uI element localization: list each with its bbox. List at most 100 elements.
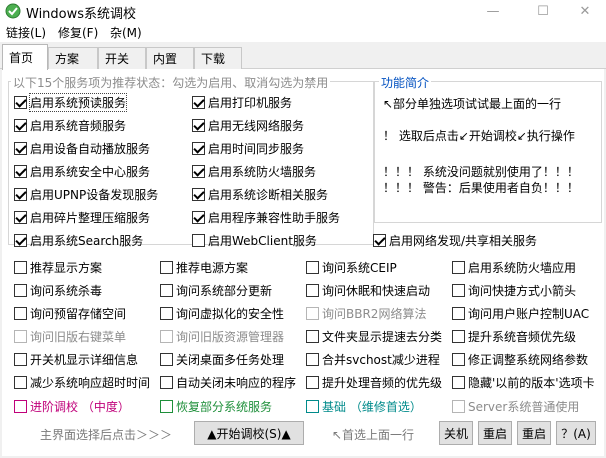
service-checkbox[interactable]: 启用系统安全中心服务 bbox=[14, 162, 150, 180]
checkbox-box[interactable] bbox=[14, 283, 27, 297]
advanced-tune-checkbox[interactable]: 进阶调校 （中度） bbox=[14, 397, 130, 415]
checkbox-box[interactable] bbox=[14, 187, 27, 201]
option-checkbox[interactable]: 合并svchost减少进程 bbox=[306, 350, 440, 368]
option-checkbox[interactable]: 询问快捷方式小箭头 bbox=[452, 281, 576, 299]
tab-plans[interactable]: 方案 bbox=[48, 47, 98, 69]
maximize-button[interactable]: ☐ bbox=[520, 0, 566, 22]
option-checkbox[interactable]: 询问预留存储空间 bbox=[14, 304, 126, 322]
checkbox-box[interactable] bbox=[192, 187, 205, 201]
info-title: 功能简介 bbox=[379, 74, 432, 91]
checkbox-box[interactable] bbox=[192, 95, 205, 109]
option-checkbox[interactable]: 减少系统响应超时时间 bbox=[14, 373, 150, 391]
checkbox-box[interactable] bbox=[14, 118, 27, 132]
checkbox-box[interactable] bbox=[160, 306, 173, 320]
service-checkbox[interactable]: 启用打印机服务 bbox=[192, 93, 292, 111]
menu-bar: 链接(L) 修复(F) 杂(M) bbox=[0, 22, 606, 42]
checkbox-box[interactable] bbox=[373, 233, 386, 247]
checkbox-box[interactable] bbox=[160, 283, 173, 297]
service-checkbox[interactable]: 启用系统Search服务 bbox=[14, 231, 143, 249]
reboot-button[interactable]: 重启 bbox=[517, 421, 551, 445]
service-checkbox[interactable]: 启用无线网络服务 bbox=[192, 116, 304, 134]
restart-button[interactable]: 重启 bbox=[478, 421, 512, 445]
option-checkbox[interactable]: 自动关闭未响应的程序 bbox=[160, 373, 296, 391]
menu-misc[interactable]: 杂(M) bbox=[110, 24, 142, 41]
service-checkbox[interactable]: 启用程序兼容性助手服务 bbox=[192, 208, 340, 226]
checkbox-box[interactable] bbox=[14, 260, 27, 274]
option-checkbox[interactable]: 文件夹显示提速去分类 bbox=[306, 327, 442, 345]
option-checkbox[interactable]: 询问系统杀毒 bbox=[14, 281, 102, 299]
close-button[interactable]: ✕ bbox=[562, 0, 606, 22]
shutdown-button[interactable]: 关机 bbox=[439, 421, 473, 445]
checkbox-box[interactable] bbox=[14, 210, 27, 224]
service-checkbox[interactable]: 启用系统诊断相关服务 bbox=[192, 185, 328, 203]
menu-links[interactable]: 链接(L) bbox=[6, 24, 46, 41]
service-checkbox[interactable]: 启用WebClient服务 bbox=[192, 231, 317, 249]
server-mode-checkbox: Server系统普通使用 bbox=[452, 397, 579, 415]
service-checkbox[interactable]: 启用网络发现/共享相关服务 bbox=[373, 231, 537, 249]
option-checkbox[interactable]: 提升系统音频优先级 bbox=[452, 327, 576, 345]
option-checkbox[interactable]: 询问系统CEIP bbox=[306, 258, 397, 276]
app-icon bbox=[5, 3, 21, 19]
checkbox-box[interactable] bbox=[14, 164, 27, 178]
checkbox-box[interactable] bbox=[452, 352, 465, 366]
tab-download[interactable]: 下载 bbox=[194, 47, 242, 69]
checkbox-box[interactable] bbox=[452, 375, 465, 389]
checkbox-box[interactable] bbox=[160, 399, 173, 413]
checkbox-box[interactable] bbox=[452, 260, 465, 274]
tab-switches[interactable]: 开关 bbox=[98, 47, 146, 69]
checkbox-box[interactable] bbox=[14, 306, 27, 320]
basic-repair-checkbox[interactable]: 基础 （维修首选） bbox=[306, 397, 422, 415]
checkbox-box[interactable] bbox=[14, 141, 27, 155]
checkbox-box[interactable] bbox=[192, 118, 205, 132]
option-checkbox[interactable]: 询问用户账户控制UAC bbox=[452, 304, 589, 322]
checkbox-box[interactable] bbox=[192, 233, 205, 247]
option-checkbox[interactable]: 推荐电源方案 bbox=[160, 258, 248, 276]
checkbox-box[interactable] bbox=[14, 352, 27, 366]
tab-builtin[interactable]: 内置 bbox=[146, 47, 194, 69]
service-checkbox[interactable]: 启用系统防火墙服务 bbox=[192, 162, 316, 180]
checkbox-box[interactable] bbox=[452, 283, 465, 297]
checkbox-box[interactable] bbox=[306, 399, 319, 413]
service-checkbox[interactable]: 启用UPNP设备发现服务 bbox=[14, 185, 158, 203]
info-line: ！ 选取后点击↙开始调校↙执行操作 bbox=[383, 129, 575, 143]
checkbox-box[interactable] bbox=[160, 375, 173, 389]
checkbox-box[interactable] bbox=[306, 375, 319, 389]
checkbox-box[interactable] bbox=[192, 141, 205, 155]
checkbox-box[interactable] bbox=[14, 399, 27, 413]
checkbox-box[interactable] bbox=[160, 260, 173, 274]
service-checkbox[interactable]: 启用设备自动播放服务 bbox=[14, 139, 150, 157]
option-checkbox[interactable]: 隐藏'以前的版本'选项卡 bbox=[452, 373, 595, 391]
checkbox-box[interactable] bbox=[14, 95, 27, 109]
option-checkbox[interactable]: 推荐显示方案 bbox=[14, 258, 102, 276]
checkbox-box[interactable] bbox=[452, 329, 465, 343]
service-checkbox[interactable]: 启用系统音频服务 bbox=[14, 116, 126, 134]
option-checkbox[interactable]: 提升处理音频的优先级 bbox=[306, 373, 442, 391]
checkbox-box[interactable] bbox=[306, 329, 319, 343]
checkbox-box[interactable] bbox=[452, 306, 465, 320]
option-checkbox[interactable]: 修正调整系统网络参数 bbox=[452, 350, 588, 368]
restore-services-checkbox[interactable]: 恢复部分系统服务 bbox=[160, 397, 272, 415]
option-checkbox[interactable]: 询问系统部分更新 bbox=[160, 281, 272, 299]
option-checkbox: 询问旧版右键菜单 bbox=[14, 327, 126, 345]
service-checkbox[interactable]: 启用系统预读服务 bbox=[14, 92, 128, 112]
checkbox-box[interactable] bbox=[160, 352, 173, 366]
checkbox-box[interactable] bbox=[192, 210, 205, 224]
checkbox-box[interactable] bbox=[306, 283, 319, 297]
tab-home[interactable]: 首页 bbox=[2, 44, 48, 70]
option-checkbox[interactable]: 询问虚拟化的安全性 bbox=[160, 304, 284, 322]
checkbox-box[interactable] bbox=[14, 233, 27, 247]
menu-repair[interactable]: 修复(F) bbox=[58, 24, 98, 41]
checkbox-box[interactable] bbox=[306, 260, 319, 274]
checkbox-box[interactable] bbox=[14, 375, 27, 389]
option-checkbox[interactable]: 询问休眠和快速启动 bbox=[306, 281, 430, 299]
start-tune-button[interactable]: ▲开始调校(S)▲ bbox=[194, 421, 304, 445]
minimize-button[interactable]: — bbox=[470, 0, 516, 22]
option-checkbox[interactable]: 启用系统防火墙应用 bbox=[452, 258, 576, 276]
service-checkbox[interactable]: 启用碎片整理压缩服务 bbox=[14, 208, 150, 226]
service-checkbox[interactable]: 启用时间同步服务 bbox=[192, 139, 304, 157]
option-checkbox[interactable]: 关闭桌面多任务处理 bbox=[160, 350, 284, 368]
checkbox-box[interactable] bbox=[306, 352, 319, 366]
about-button[interactable]: ？(A) bbox=[556, 421, 596, 445]
option-checkbox[interactable]: 开关机显示详细信息 bbox=[14, 350, 138, 368]
checkbox-box[interactable] bbox=[192, 164, 205, 178]
